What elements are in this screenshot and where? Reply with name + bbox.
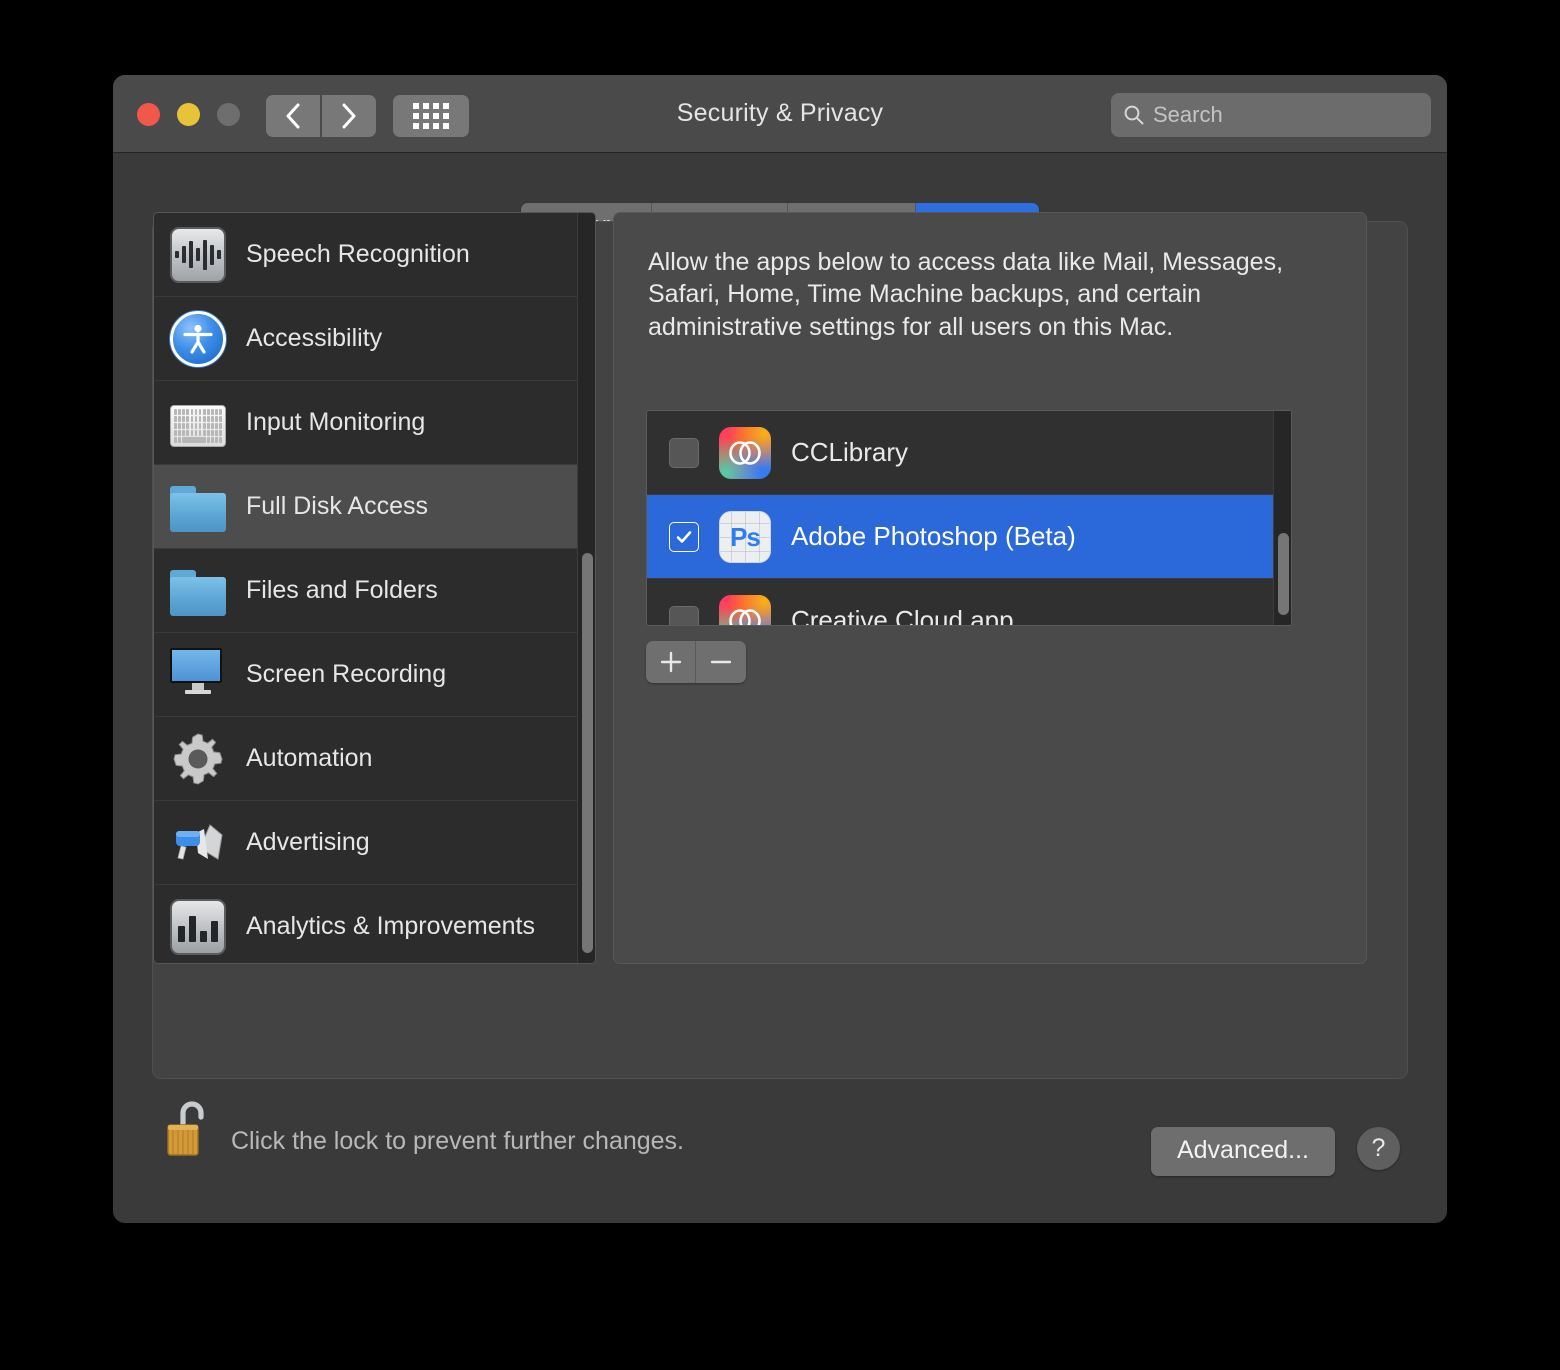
sidebar-item-input-monitoring[interactable]: Input Monitoring (154, 381, 595, 465)
sidebar-item-speech-recognition[interactable]: Speech Recognition (154, 213, 595, 297)
sidebar-item-accessibility[interactable]: Accessibility (154, 297, 595, 381)
remove-app-button[interactable] (696, 641, 746, 683)
sidebar-item-label: Speech Recognition (246, 240, 470, 268)
accessibility-figure-icon (183, 324, 213, 354)
full-disk-access-pane: Allow the apps below to access data like… (613, 212, 1367, 964)
sidebar-item-label: Advertising (246, 828, 370, 856)
app-permission-checkbox[interactable] (669, 437, 699, 468)
bar-chart-icon (170, 898, 226, 955)
gear-glyph-icon (173, 732, 223, 785)
window-titlebar: Security & Privacy (113, 75, 1447, 153)
megaphone-glyph-icon (176, 823, 223, 860)
gear-icon (170, 731, 226, 787)
add-remove-button-group (646, 641, 746, 683)
sidebar-item-automation[interactable]: Automation (154, 717, 595, 801)
creative-cloud-icon (719, 594, 771, 625)
sidebar-scrollbar[interactable] (577, 213, 595, 963)
sidebar-item-label: Analytics & Improvements (246, 912, 535, 940)
help-button[interactable]: ? (1357, 1127, 1400, 1170)
search-icon (1124, 105, 1144, 125)
creative-cloud-icon (719, 426, 771, 479)
add-app-button[interactable] (646, 641, 696, 683)
photoshop-icon: Ps (719, 510, 771, 563)
minus-icon (710, 660, 732, 664)
waveform-icon (170, 226, 226, 283)
sidebar-item-screen-recording[interactable]: Screen Recording (154, 633, 595, 717)
system-preferences-window: Security & Privacy General FileVault Fir… (113, 75, 1447, 1223)
accessibility-icon (170, 310, 226, 367)
app-list-scrollbar[interactable] (1273, 411, 1291, 625)
checkmark-icon (676, 530, 692, 543)
sidebar-item-advertising[interactable]: Advertising (154, 801, 595, 885)
pane-description: Allow the apps below to access data like… (648, 248, 1284, 341)
app-name-label: Creative Cloud.app (791, 605, 1014, 626)
app-name-label: Adobe Photoshop (Beta) (791, 521, 1076, 551)
search-input[interactable] (1153, 102, 1441, 128)
lock-status-text: Click the lock to prevent further change… (231, 1127, 685, 1155)
megaphone-icon (170, 815, 226, 871)
advanced-button[interactable]: Advanced... (1150, 1127, 1335, 1176)
keyboard-icon (170, 405, 226, 447)
app-name-label: CCLibrary (791, 437, 909, 467)
plus-icon (660, 651, 681, 673)
app-permission-checkbox[interactable] (669, 521, 699, 552)
app-list-row[interactable]: Ps Adobe Photoshop (Beta) (647, 495, 1291, 579)
creative-cloud-glyph-icon (729, 440, 761, 465)
sidebar-item-files-and-folders[interactable]: Files and Folders (154, 549, 595, 633)
sidebar-item-label: Full Disk Access (246, 492, 428, 520)
unlocked-padlock-icon (167, 1101, 204, 1156)
app-list-scrollbar-thumb[interactable] (1278, 533, 1289, 615)
app-list-row[interactable]: CCLibrary (647, 411, 1291, 495)
folder-icon (170, 569, 226, 616)
privacy-category-sidebar: Speech Recognition Accessibility Input M… (153, 212, 596, 964)
app-list-row[interactable]: Creative Cloud.app (647, 579, 1291, 626)
sidebar-item-label: Input Monitoring (246, 408, 426, 436)
app-permission-list: CCLibrary Ps Adobe Photoshop (Beta) Crea… (646, 410, 1292, 626)
app-permission-checkbox[interactable] (669, 605, 699, 625)
sidebar-item-label: Accessibility (246, 324, 383, 352)
sidebar-scrollbar-thumb[interactable] (582, 553, 593, 953)
creative-cloud-glyph-icon (729, 608, 761, 625)
sidebar-item-label: Screen Recording (246, 660, 447, 688)
sidebar-item-full-disk-access[interactable]: Full Disk Access (154, 465, 595, 549)
photoshop-icon-label: Ps (730, 521, 761, 552)
lock-button[interactable] (166, 1096, 214, 1162)
sidebar-item-label: Files and Folders (246, 576, 438, 604)
folder-icon (170, 485, 226, 532)
search-field[interactable] (1111, 93, 1441, 137)
sidebar-item-label: Automation (246, 744, 373, 772)
display-icon (170, 648, 226, 704)
sidebar-item-analytics-improvements[interactable]: Analytics & Improvements (154, 885, 595, 963)
